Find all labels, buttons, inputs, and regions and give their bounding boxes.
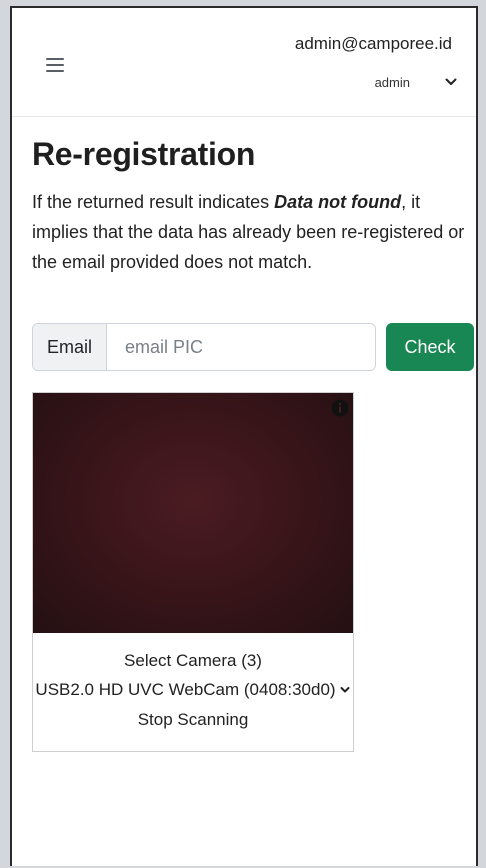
stop-scanning-button[interactable]: Stop Scanning (33, 710, 353, 730)
info-icon[interactable] (331, 399, 349, 417)
email-check-form: Email Check (32, 323, 474, 371)
page-title: Re-registration (32, 136, 256, 172)
role-selected-value: admin (374, 74, 410, 90)
role-select[interactable]: admin (318, 70, 458, 94)
hamburger-menu-icon[interactable] (46, 58, 64, 72)
app-window: admin@camporee.id admin Re-registration … (10, 6, 478, 866)
scanner-controls: Select Camera (3) USB2.0 HD UVC WebCam (… (33, 651, 353, 730)
check-button[interactable]: Check (386, 323, 474, 371)
camera-select[interactable]: USB2.0 HD UVC WebCam (0408:30d0) (33, 680, 353, 700)
select-camera-label: Select Camera (3) (124, 651, 262, 670)
camera-selected-value: USB2.0 HD UVC WebCam (0408:30d0) (35, 680, 336, 699)
email-label: Email (33, 324, 107, 370)
description-text: If the returned result indicates (32, 192, 275, 212)
user-email: admin@camporee.id (294, 34, 452, 53)
qr-scanner: Select Camera (3) USB2.0 HD UVC WebCam (… (32, 392, 354, 752)
camera-preview (33, 393, 353, 633)
chevron-down-icon (445, 78, 457, 85)
top-navbar: admin@camporee.id admin (12, 8, 476, 117)
email-input[interactable] (107, 324, 375, 370)
chevron-down-icon (340, 687, 350, 693)
description-emphasis: Data not found (274, 192, 402, 212)
main-content: Re-registration If the returned result i… (32, 136, 470, 277)
page-description: If the returned result indicates Data no… (32, 187, 472, 277)
email-input-group: Email (32, 323, 376, 371)
